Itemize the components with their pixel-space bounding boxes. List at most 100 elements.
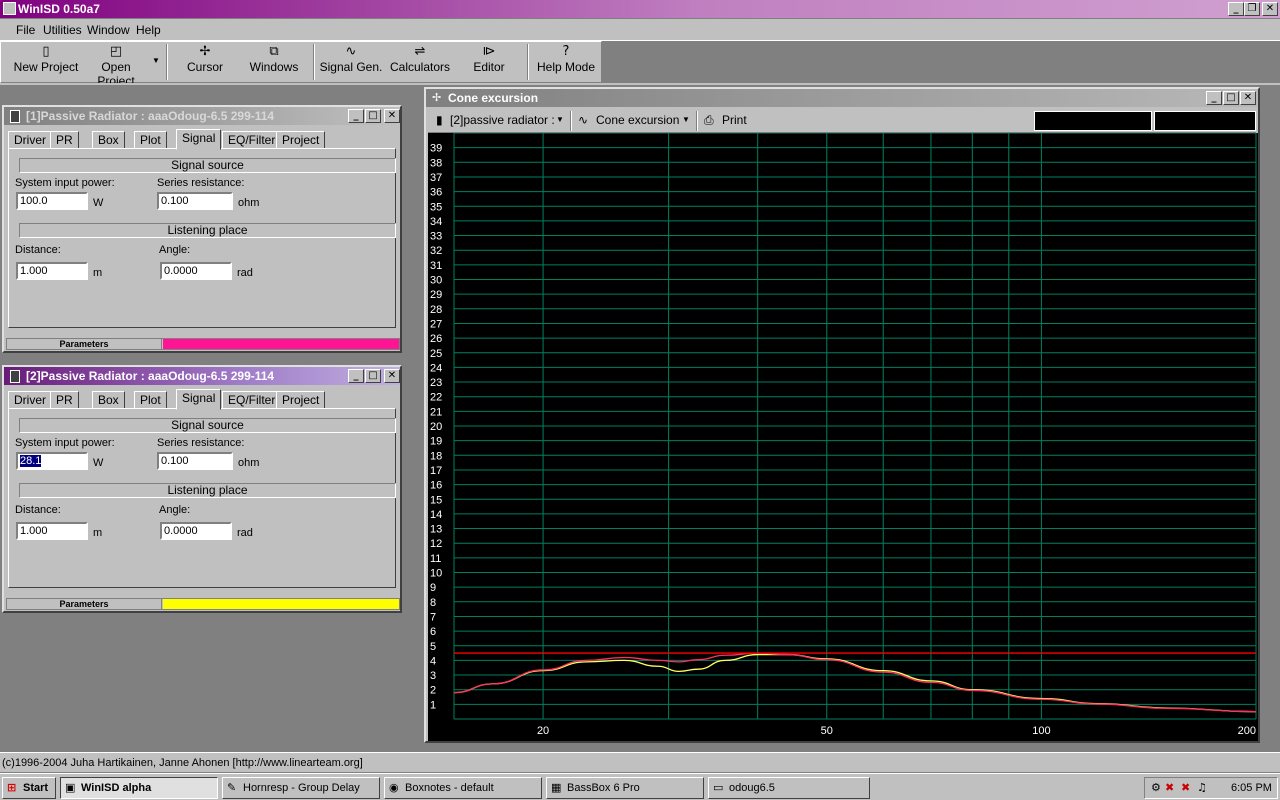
cone-excursion-title-bar[interactable]: ✢ Cone excursion _ □ ✕ — [426, 89, 1258, 107]
bassbox-icon: ▦ — [551, 781, 562, 794]
maximize-icon[interactable]: □ — [365, 109, 381, 123]
close-icon[interactable]: ✕ — [1240, 91, 1256, 105]
tab-eq-filter[interactable]: EQ/Filter — [222, 131, 282, 149]
menu-window[interactable]: Window — [87, 23, 130, 37]
taskbar-item-bassbox[interactable]: ▦ BassBox 6 Pro — [546, 777, 704, 799]
y-tick-label: 25 — [430, 348, 442, 360]
tab-eq-filter[interactable]: EQ/Filter — [222, 391, 282, 409]
editor-button[interactable]: ⧐ Editor — [463, 44, 515, 80]
minimize-icon[interactable]: _ — [348, 109, 364, 123]
distance-unit: m — [93, 267, 103, 279]
minimize-icon[interactable]: _ — [348, 369, 364, 383]
distance-field[interactable]: 1.000 — [16, 262, 88, 280]
tab-driver[interactable]: Driver — [8, 131, 52, 149]
system-input-power-field[interactable]: 100.0 — [16, 192, 88, 210]
network-disconnected-icon[interactable]: ✖ — [1165, 778, 1174, 798]
cone-excursion-chart[interactable]: 1234567891011121314151617181920212223242… — [428, 133, 1258, 741]
angle-field[interactable]: 0.0000 — [160, 522, 232, 540]
tab-pr[interactable]: PR — [50, 131, 79, 149]
panel-1-title-bar[interactable]: [1]Passive Radiator : aaaOdoug-6.5 299-1… — [4, 107, 400, 125]
speaker-icon: ◉ — [389, 781, 399, 794]
network-disconnected-icon[interactable]: ✖ — [1181, 778, 1190, 798]
distance-field[interactable]: 1.000 — [16, 522, 88, 540]
y-tick-label: 1 — [430, 699, 436, 711]
taskbar-item-hornresp[interactable]: ✎ Hornresp - Group Delay — [222, 777, 380, 799]
resistance-unit: ohm — [238, 197, 260, 209]
volume-icon[interactable]: ♫ — [1197, 778, 1207, 798]
cursor-button[interactable]: ✢ Cursor — [173, 44, 237, 80]
tab-driver[interactable]: Driver — [8, 391, 52, 409]
minimize-icon[interactable]: _ — [1206, 91, 1222, 105]
tab-project[interactable]: Project — [276, 131, 326, 149]
panel-2-title-bar[interactable]: [2]Passive Radiator : aaaOdoug-6.5 299-1… — [4, 367, 400, 385]
cursor-icon: ✢ — [199, 44, 211, 59]
minimize-icon[interactable]: _ — [1228, 2, 1244, 16]
start-button[interactable]: ⊞ Start — [2, 777, 56, 799]
taskbar-item-boxnotes[interactable]: ◉ Boxnotes - default — [384, 777, 542, 799]
document-icon — [10, 110, 20, 123]
open-project-button[interactable]: ◰ Open Project — [81, 44, 151, 88]
print-button[interactable]: Print — [722, 112, 747, 128]
cursor-readout-x — [1034, 111, 1152, 131]
taskbar-item-label: Hornresp - Group Delay — [243, 782, 360, 794]
taskbar-item-folder[interactable]: ▭ odoug6.5 — [708, 777, 870, 799]
signal-gen-button[interactable]: ∿ Signal Gen. — [319, 44, 383, 80]
graph-type-dropdown-icon[interactable]: ▼ — [682, 112, 690, 128]
calculators-button[interactable]: ⇌ Calculators — [389, 44, 451, 80]
project-select[interactable]: [2]passive radiator : — [450, 112, 555, 128]
panel-1-parameters-bar: Parameters — [6, 338, 400, 350]
windows-button[interactable]: ⧉ Windows — [241, 44, 307, 80]
y-tick-label: 14 — [430, 509, 442, 521]
y-tick-label: 32 — [430, 245, 442, 257]
tab-plot[interactable]: Plot — [134, 391, 167, 409]
series-resistance-value: 0.100 — [161, 195, 189, 207]
network-icon[interactable]: ⚙ — [1151, 778, 1161, 798]
angle-value: 0.0000 — [164, 265, 198, 277]
series-resistance-value: 0.100 — [161, 455, 189, 467]
close-icon[interactable]: ✕ — [384, 109, 400, 123]
printer-icon: ⎙ — [704, 113, 714, 127]
taskbar-item-label: odoug6.5 — [729, 782, 775, 794]
close-icon[interactable]: ✕ — [1262, 2, 1278, 16]
distance-value: 1.000 — [20, 265, 48, 277]
open-project-dropdown-icon[interactable]: ▼ — [152, 56, 160, 65]
project-dropdown-icon[interactable]: ▼ — [556, 112, 564, 128]
cone-excursion-title: Cone excursion — [448, 91, 539, 105]
tab-plot[interactable]: Plot — [134, 131, 167, 149]
maximize-icon[interactable]: □ — [1223, 91, 1239, 105]
close-icon[interactable]: ✕ — [384, 369, 400, 383]
tab-signal[interactable]: Signal — [176, 389, 222, 410]
y-tick-label: 13 — [430, 524, 442, 536]
menu-help[interactable]: Help — [136, 23, 161, 37]
tab-box[interactable]: Box — [92, 131, 125, 149]
graph-type-select[interactable]: Cone excursion — [596, 112, 679, 128]
tab-project[interactable]: Project — [276, 391, 326, 409]
tab-box[interactable]: Box — [92, 391, 125, 409]
system-input-power-field[interactable]: 28.1 — [16, 452, 88, 470]
new-project-button[interactable]: ▯ New Project — [13, 44, 79, 80]
restore-icon[interactable]: ❐ — [1244, 2, 1260, 16]
series-resistance-field[interactable]: 0.100 — [157, 452, 233, 470]
tab-signal[interactable]: Signal — [176, 129, 222, 150]
maximize-icon[interactable]: □ — [365, 369, 381, 383]
angle-field[interactable]: 0.0000 — [160, 262, 232, 280]
x-tick-label: 100 — [1032, 725, 1050, 737]
windows-label: Windows — [249, 60, 299, 74]
menu-file[interactable]: File — [16, 23, 35, 37]
clock[interactable]: 6:05 PM — [1231, 778, 1272, 798]
app-icon[interactable] — [3, 2, 16, 15]
menu-utilities[interactable]: Utilities — [43, 23, 82, 37]
panel-1-color-indicator — [163, 339, 399, 349]
panel-2-color-indicator — [163, 599, 399, 609]
distance-unit: m — [93, 527, 103, 539]
help-mode-button[interactable]: ? Help Mode — [535, 44, 597, 80]
system-input-power-label: System input power: — [15, 437, 115, 449]
taskbar-item-label: WinISD alpha — [81, 782, 152, 794]
help-mode-label: Help Mode — [536, 60, 596, 74]
series-resistance-field[interactable]: 0.100 — [157, 192, 233, 210]
tab-pr[interactable]: PR — [50, 391, 79, 409]
y-tick-label: 23 — [430, 377, 442, 389]
taskbar-item-winisd[interactable]: ▣ WinISD alpha — [60, 777, 218, 799]
y-tick-label: 37 — [430, 172, 442, 184]
y-tick-label: 20 — [430, 421, 442, 433]
